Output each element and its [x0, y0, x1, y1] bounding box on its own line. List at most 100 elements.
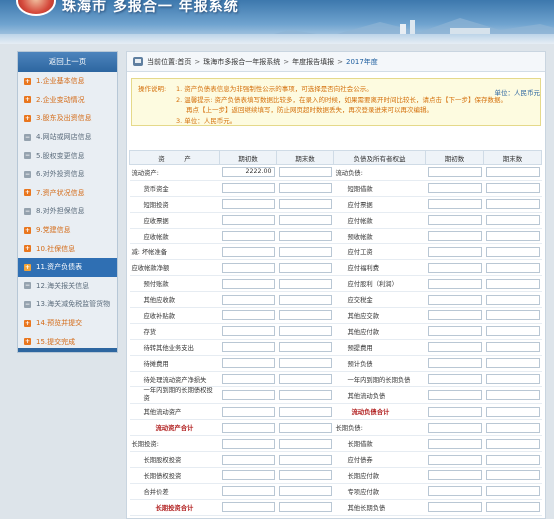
amount-input[interactable] [221, 215, 275, 226]
amount-input[interactable] [485, 390, 540, 401]
sidebar-item-12[interactable]: −12.海关报关信息 [18, 277, 117, 296]
amount-input[interactable] [221, 342, 275, 353]
amount-input[interactable] [221, 470, 275, 481]
amount-input[interactable] [485, 231, 540, 241]
amount-input[interactable] [221, 326, 275, 337]
amount-input[interactable] [278, 231, 332, 241]
amount-input[interactable] [485, 374, 540, 385]
amount-input[interactable] [485, 167, 540, 178]
amount-input[interactable] [278, 294, 332, 305]
amount-input[interactable] [221, 358, 275, 369]
amount-input[interactable] [485, 486, 540, 497]
amount-input[interactable] [485, 454, 540, 465]
breadcrumb-link[interactable]: 2017年度 [346, 58, 378, 66]
amount-input[interactable] [485, 262, 540, 273]
amount-input[interactable] [221, 199, 275, 210]
amount-input[interactable] [427, 358, 482, 369]
sidebar-item-11[interactable]: +11.资产负债表 [18, 257, 117, 277]
amount-input[interactable] [221, 262, 275, 273]
amount-input[interactable] [427, 167, 482, 178]
amount-input[interactable] [485, 358, 540, 369]
amount-input[interactable] [221, 183, 275, 194]
amount-input[interactable] [278, 502, 332, 513]
amount-input[interactable] [278, 422, 332, 433]
amount-input[interactable] [221, 454, 275, 465]
amount-input[interactable] [278, 278, 332, 289]
amount-input[interactable] [221, 438, 275, 449]
amount-input[interactable] [427, 470, 482, 481]
amount-input[interactable] [221, 374, 275, 385]
amount-input[interactable] [278, 167, 332, 178]
amount-input[interactable] [221, 246, 275, 257]
sidebar-item-2[interactable]: +2.企业变动情况 [18, 91, 117, 110]
amount-input[interactable] [485, 422, 540, 433]
amount-input[interactable] [221, 231, 275, 241]
amount-input[interactable] [278, 246, 332, 257]
amount-input[interactable] [427, 183, 482, 194]
amount-input[interactable] [427, 215, 482, 226]
sidebar-item-14[interactable]: +14.预览并提交 [18, 314, 117, 333]
amount-input[interactable] [427, 278, 482, 289]
sidebar-item-4[interactable]: −4.网站或网店信息 [18, 128, 117, 147]
amount-input[interactable] [221, 278, 275, 289]
amount-input[interactable] [485, 470, 540, 481]
amount-input[interactable] [278, 310, 332, 321]
sidebar-item-1[interactable]: +1.企业基本信息 [18, 72, 117, 91]
sidebar-item-3[interactable]: +3.股东及出资信息 [18, 109, 117, 128]
amount-input[interactable] [485, 199, 540, 210]
amount-input[interactable] [485, 278, 540, 289]
amount-input[interactable] [278, 342, 332, 353]
amount-input[interactable] [427, 246, 482, 257]
amount-input[interactable] [427, 342, 482, 353]
breadcrumb-link[interactable]: 珠海市多报合一年报系统 [203, 58, 280, 66]
amount-input[interactable] [427, 390, 482, 401]
amount-input[interactable] [221, 486, 275, 497]
amount-input[interactable] [427, 262, 482, 273]
amount-input[interactable] [427, 231, 482, 241]
back-button[interactable]: 返回上一页 [18, 52, 117, 72]
amount-input[interactable] [485, 406, 540, 417]
sidebar-item-7[interactable]: +7.资产状况信息 [18, 184, 117, 203]
amount-input[interactable] [427, 486, 482, 497]
amount-input[interactable] [427, 406, 482, 417]
amount-input[interactable] [485, 502, 540, 513]
amount-input[interactable] [278, 406, 332, 417]
amount-input[interactable] [427, 502, 482, 513]
amount-input[interactable] [485, 215, 540, 226]
sidebar-item-8[interactable]: −8.对外担保信息 [18, 202, 117, 221]
sidebar-item-6[interactable]: −6.对外投资信息 [18, 165, 117, 184]
amount-input[interactable] [427, 422, 482, 433]
amount-input[interactable] [427, 438, 482, 449]
amount-input[interactable] [278, 438, 332, 449]
amount-input[interactable] [221, 502, 275, 513]
amount-input[interactable] [278, 454, 332, 465]
sidebar-item-13[interactable]: −13.海关减免税监管货物 [18, 295, 117, 314]
amount-input[interactable] [485, 438, 540, 449]
amount-input[interactable] [485, 326, 540, 337]
amount-input[interactable] [427, 199, 482, 210]
amount-input[interactable] [278, 326, 332, 337]
amount-input[interactable] [221, 310, 275, 321]
amount-input[interactable] [427, 374, 482, 385]
sidebar-item-9[interactable]: +9.党建信息 [18, 221, 117, 240]
breadcrumb-link[interactable]: 首页 [177, 58, 191, 66]
amount-input[interactable] [278, 470, 332, 481]
amount-input[interactable] [485, 294, 540, 305]
breadcrumb-link[interactable]: 年度报告填报 [292, 58, 334, 66]
amount-input[interactable] [278, 390, 332, 401]
amount-input[interactable] [278, 358, 332, 369]
amount-input[interactable] [221, 390, 275, 401]
amount-input[interactable] [278, 199, 332, 210]
amount-input[interactable] [278, 215, 332, 226]
amount-input[interactable] [221, 422, 275, 433]
amount-input[interactable] [278, 262, 332, 273]
amount-input[interactable] [278, 183, 332, 194]
amount-input[interactable] [278, 486, 332, 497]
amount-input[interactable] [221, 294, 275, 305]
amount-input[interactable] [427, 310, 482, 321]
sidebar-item-10[interactable]: +10.社保信息 [18, 239, 117, 258]
amount-input[interactable] [485, 183, 540, 194]
sidebar-item-5[interactable]: −5.股权变更信息 [18, 146, 117, 165]
amount-input[interactable] [485, 310, 540, 321]
amount-input[interactable] [221, 406, 275, 417]
